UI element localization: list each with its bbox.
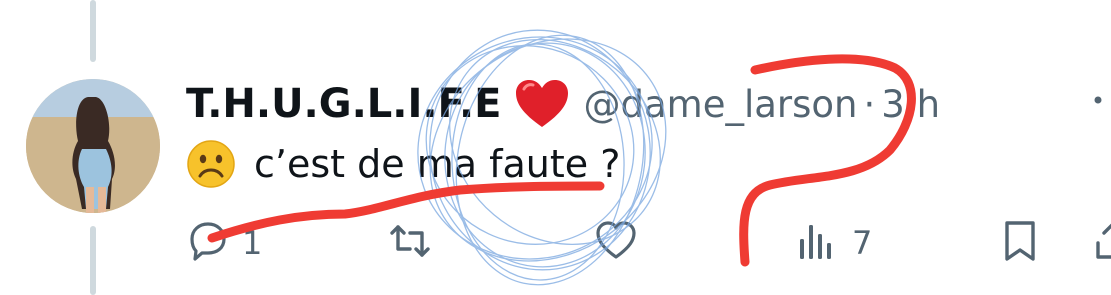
reply-icon <box>186 219 230 267</box>
tweet-text: c’est de ma faute ? <box>254 142 621 186</box>
heart-outline-icon <box>594 219 638 267</box>
tweet-actions: 1 7 <box>0 215 1111 271</box>
more-options-icon[interactable] <box>1088 84 1111 114</box>
retweet-icon <box>388 219 432 267</box>
like-button[interactable] <box>594 215 650 271</box>
tweet-body: c’est de ma faute ? <box>186 137 620 191</box>
retweet-button[interactable] <box>388 215 444 271</box>
thread-line-top <box>90 0 96 62</box>
avatar-image <box>26 79 160 213</box>
red-heart-icon <box>514 79 570 129</box>
timestamp[interactable]: 3 h <box>881 83 940 126</box>
share-button[interactable] <box>1092 215 1111 271</box>
reply-button[interactable]: 1 <box>186 215 262 271</box>
analytics-bars-icon <box>796 219 840 267</box>
bookmark-button[interactable] <box>998 215 1042 271</box>
views-count: 7 <box>852 224 873 262</box>
share-icon <box>1092 219 1111 267</box>
tweet-header: T.H.U.G.L.I.F.E @dame_larson · 3 h <box>186 76 940 132</box>
avatar[interactable] <box>26 79 160 213</box>
reply-count: 1 <box>242 224 263 262</box>
user-handle[interactable]: @dame_larson <box>584 83 858 126</box>
frowning-face-icon <box>186 139 236 189</box>
separator-dot: · <box>863 82 876 126</box>
views-button[interactable]: 7 <box>796 215 872 271</box>
bookmark-icon <box>998 219 1042 267</box>
display-name[interactable]: T.H.U.G.L.I.F.E <box>186 81 502 127</box>
